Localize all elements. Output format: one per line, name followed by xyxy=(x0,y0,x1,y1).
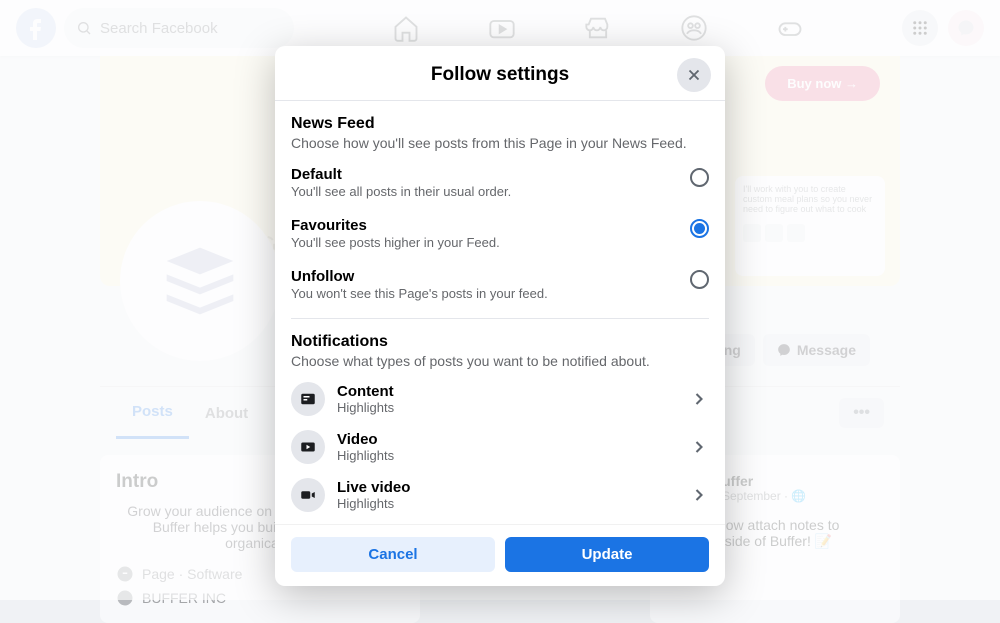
cancel-button[interactable]: Cancel xyxy=(291,537,495,572)
notifications-sub: Choose what types of posts you want to b… xyxy=(291,353,709,369)
notif-desc: Highlights xyxy=(337,448,689,463)
chevron-right-icon xyxy=(689,485,709,505)
live-icon xyxy=(291,478,325,512)
modal-title: Follow settings xyxy=(275,64,725,86)
option-desc: You'll see all posts in their usual orde… xyxy=(291,184,690,199)
notif-label: Live video xyxy=(337,479,689,496)
notif-label: Content xyxy=(337,383,689,400)
modal-footer: Cancel Update xyxy=(275,524,725,586)
newsfeed-option-default[interactable]: Default You'll see all posts in their us… xyxy=(291,157,709,208)
close-button[interactable] xyxy=(677,58,711,92)
newsfeed-sub: Choose how you'll see posts from this Pa… xyxy=(291,135,709,151)
option-label: Favourites xyxy=(291,217,690,234)
radio-icon xyxy=(690,219,709,238)
notif-desc: Highlights xyxy=(337,400,689,415)
chevron-right-icon xyxy=(689,389,709,409)
notifications-heading: Notifications xyxy=(291,333,709,351)
notification-video[interactable]: Video Highlights xyxy=(291,423,709,471)
option-label: Unfollow xyxy=(291,268,690,285)
divider xyxy=(291,318,709,319)
notification-content[interactable]: Content Highlights xyxy=(291,375,709,423)
follow-settings-modal: Follow settings News Feed Choose how you… xyxy=(275,46,725,586)
update-button[interactable]: Update xyxy=(505,537,709,572)
content-icon xyxy=(291,382,325,416)
notif-desc: Highlights xyxy=(337,496,689,511)
newsfeed-heading: News Feed xyxy=(291,115,709,133)
option-desc: You'll see posts higher in your Feed. xyxy=(291,235,690,250)
close-icon xyxy=(685,66,703,84)
radio-icon xyxy=(690,270,709,289)
chevron-right-icon xyxy=(689,437,709,457)
modal-body: News Feed Choose how you'll see posts fr… xyxy=(275,101,725,524)
notif-label: Video xyxy=(337,431,689,448)
option-label: Default xyxy=(291,166,690,183)
option-desc: You won't see this Page's posts in your … xyxy=(291,286,690,301)
newsfeed-option-favourites[interactable]: Favourites You'll see posts higher in yo… xyxy=(291,208,709,259)
modal-overlay[interactable]: Follow settings News Feed Choose how you… xyxy=(0,0,1000,600)
notification-live-video[interactable]: Live video Highlights xyxy=(291,471,709,519)
video-icon xyxy=(291,430,325,464)
radio-icon xyxy=(690,168,709,187)
newsfeed-option-unfollow[interactable]: Unfollow You won't see this Page's posts… xyxy=(291,259,709,310)
modal-header: Follow settings xyxy=(275,46,725,101)
